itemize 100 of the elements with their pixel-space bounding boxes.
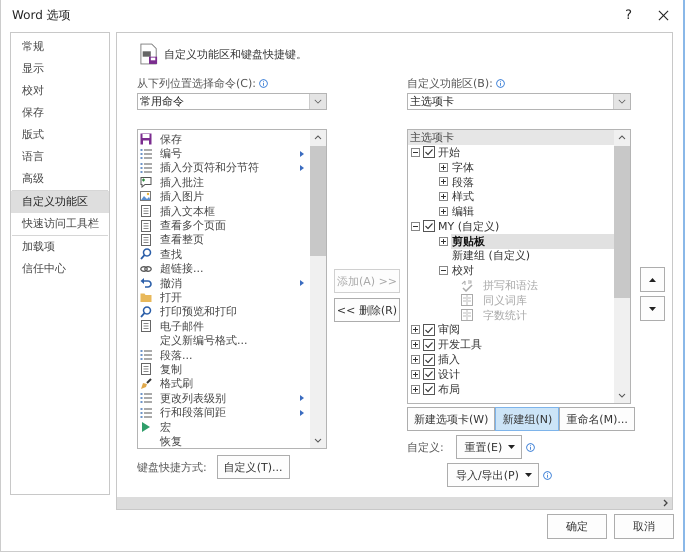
- sidebar-item[interactable]: 保存: [11, 102, 109, 124]
- expand-icon[interactable]: [411, 340, 420, 350]
- expand-icon[interactable]: [439, 177, 448, 186]
- command-item[interactable]: 插入文本框: [138, 204, 310, 218]
- tree-item[interactable]: 字体: [451, 160, 475, 175]
- command-item[interactable]: 插入分页符和分节符: [138, 160, 310, 176]
- expand-icon[interactable]: [439, 162, 448, 172]
- list-icon: [140, 148, 152, 160]
- scroll-right-icon[interactable]: [663, 499, 668, 507]
- cancel-button[interactable]: 取消: [614, 514, 674, 539]
- command-item[interactable]: 撤消: [138, 276, 310, 290]
- sidebar-item[interactable]: 高级: [11, 168, 109, 190]
- rename-button[interactable]: 重命名(M)...: [559, 407, 635, 431]
- chevron-down-icon: [314, 99, 322, 104]
- checkbox[interactable]: [423, 324, 435, 336]
- tree-item[interactable]: 设计: [437, 366, 461, 382]
- checkbox[interactable]: [423, 338, 435, 351]
- expand-icon[interactable]: [439, 236, 448, 246]
- expand-icon[interactable]: [439, 207, 448, 216]
- command-item[interactable]: 插入图片: [138, 190, 310, 204]
- list-icon: [140, 162, 152, 174]
- sidebar-item[interactable]: 自定义功能区: [11, 191, 109, 213]
- page-icon: [140, 205, 152, 218]
- checkbox[interactable]: [423, 354, 435, 366]
- sidebar-item[interactable]: 快速访问工具栏: [11, 213, 109, 235]
- vertical-scrollbar[interactable]: [310, 130, 326, 448]
- tree-item[interactable]: 插入: [437, 352, 461, 368]
- submenu-arrow-icon: [300, 150, 304, 157]
- expand-icon[interactable]: [411, 370, 420, 379]
- tree-item[interactable]: 审阅: [437, 322, 461, 338]
- move-up-button[interactable]: [640, 267, 665, 292]
- command-item[interactable]: 复制: [138, 362, 310, 377]
- tree-item[interactable]: MY (自定义): [437, 218, 500, 234]
- scroll-down-icon[interactable]: [618, 393, 626, 398]
- horizontal-scrollbar[interactable]: [116, 497, 673, 510]
- command-item[interactable]: 查看多个页面: [138, 218, 310, 233]
- collapse-icon[interactable]: [411, 148, 420, 157]
- tree-item[interactable]: 开始: [437, 144, 461, 160]
- tree-item[interactable]: 新建组 (自定义): [451, 248, 532, 264]
- move-down-button[interactable]: [640, 296, 665, 321]
- help-button[interactable]: ?: [625, 8, 632, 22]
- tree-item[interactable]: 校对: [451, 263, 475, 278]
- collapse-icon[interactable]: [411, 222, 420, 231]
- command-item[interactable]: 查看整页: [138, 232, 310, 248]
- tree-item[interactable]: 开发工具: [437, 337, 483, 352]
- command-item[interactable]: 段落...: [138, 348, 310, 362]
- sidebar-item[interactable]: 常规: [11, 36, 109, 58]
- command-item[interactable]: 更改列表级别: [138, 391, 310, 406]
- sidebar-item[interactable]: 加载项: [11, 236, 109, 258]
- command-item[interactable]: 恢复: [138, 434, 310, 448]
- command-item[interactable]: 格式刷: [138, 376, 310, 392]
- new-group-button[interactable]: 新建组(N): [495, 407, 560, 431]
- collapse-icon[interactable]: [439, 266, 448, 276]
- new-tab-button[interactable]: 新建选项卡(W): [407, 407, 496, 431]
- tree-item[interactable]: 布局: [437, 382, 461, 397]
- command-item[interactable]: 超链接...: [138, 262, 310, 276]
- command-item[interactable]: 宏: [138, 420, 310, 434]
- scroll-up-icon[interactable]: [314, 135, 322, 140]
- sidebar-item[interactable]: 显示: [11, 58, 109, 80]
- close-icon[interactable]: [658, 10, 669, 20]
- tree-item[interactable]: 编辑: [451, 204, 475, 220]
- ribbon-dropdown[interactable]: 主选项卡: [407, 93, 631, 110]
- chevron-down-icon: [618, 99, 626, 104]
- command-item[interactable]: 保存: [138, 132, 310, 146]
- checkbox[interactable]: [423, 146, 435, 158]
- vertical-scrollbar[interactable]: [614, 130, 630, 403]
- command-item[interactable]: 打开: [138, 290, 310, 305]
- command-item[interactable]: 定义新编号格式...: [138, 333, 310, 348]
- customize-button[interactable]: 自定义(T)...: [216, 455, 290, 479]
- import-export-button[interactable]: 导入/导出(P): [447, 463, 539, 487]
- info-icon: [526, 442, 536, 452]
- tree-item[interactable]: 剪贴板: [451, 234, 614, 249]
- checkbox[interactable]: [423, 220, 435, 232]
- sidebar-item[interactable]: 校对: [11, 80, 109, 102]
- command-item[interactable]: 插入批注: [138, 175, 310, 190]
- scroll-down-icon[interactable]: [314, 438, 322, 443]
- sidebar-item[interactable]: 语言: [11, 146, 109, 168]
- page-icon: [140, 234, 152, 246]
- ok-button[interactable]: 确定: [547, 514, 607, 539]
- checkbox[interactable]: [423, 368, 435, 380]
- paintbrush-icon: [140, 378, 152, 390]
- expand-icon[interactable]: [411, 384, 420, 394]
- remove-button[interactable]: << 删除(R): [334, 298, 400, 322]
- expand-icon[interactable]: [439, 192, 448, 202]
- reset-button[interactable]: 重置(E): [456, 435, 522, 459]
- command-source-dropdown[interactable]: 常用命令: [137, 93, 327, 110]
- tree-item[interactable]: 样式: [451, 189, 475, 204]
- command-item[interactable]: 编号: [138, 146, 310, 161]
- checkbox[interactable]: [423, 383, 435, 396]
- caret-icon: [524, 473, 532, 477]
- sidebar-item[interactable]: 信任中心: [11, 258, 109, 280]
- expand-icon[interactable]: [411, 325, 420, 334]
- tree-item[interactable]: 段落: [451, 174, 475, 190]
- expand-icon[interactable]: [411, 355, 420, 364]
- command-item[interactable]: 行和段落间距: [138, 405, 310, 420]
- scroll-up-icon[interactable]: [618, 135, 626, 140]
- command-item[interactable]: 查找: [138, 247, 310, 262]
- sidebar-item[interactable]: 版式: [11, 124, 109, 146]
- command-item[interactable]: 电子邮件: [138, 319, 310, 334]
- command-item[interactable]: 打印预览和打印: [138, 304, 310, 320]
